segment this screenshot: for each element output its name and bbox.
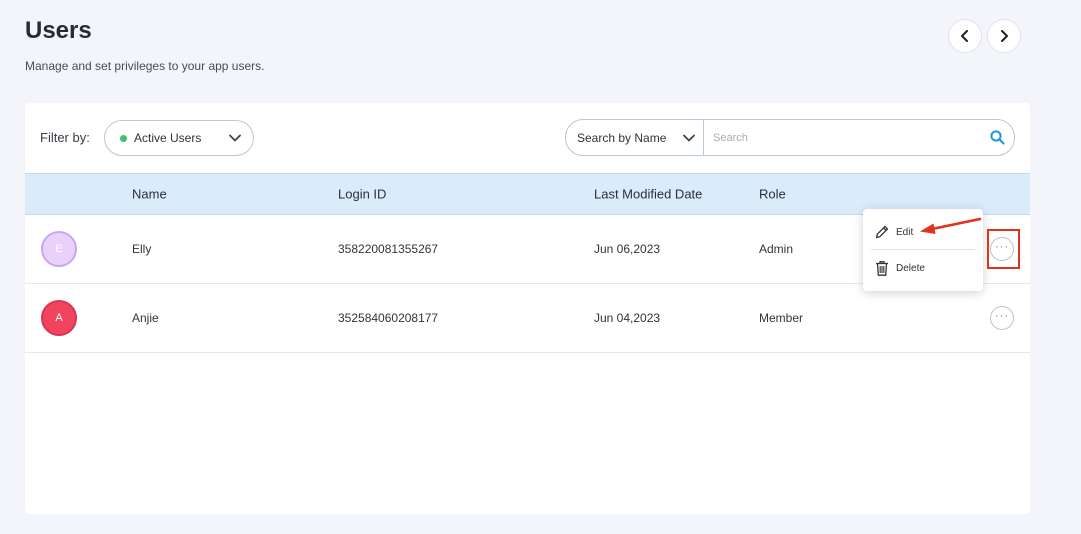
user-name: Anjie (132, 311, 159, 325)
status-filter-value: Active Users (134, 131, 202, 145)
menu-item-delete[interactable]: Delete (863, 250, 983, 286)
user-role: Member (759, 311, 804, 325)
search-type-value: Search by Name (577, 130, 667, 145)
search-button[interactable] (980, 120, 1014, 155)
status-filter-dropdown[interactable]: Active Users (104, 120, 254, 156)
trash-icon (876, 260, 888, 276)
menu-item-edit[interactable]: Edit (863, 214, 983, 250)
user-modified-date: Jun 04,2023 (594, 311, 661, 325)
user-login-id: 358220081355267 (338, 242, 439, 256)
chevron-left-icon (961, 30, 968, 42)
chevron-right-icon (1001, 30, 1008, 42)
user-login-id: 352584060208177 (338, 311, 439, 325)
chevron-down-icon (683, 134, 695, 141)
active-status-dot (120, 134, 127, 142)
search-icon (989, 130, 1005, 145)
user-name: Elly (132, 242, 152, 256)
table-row[interactable]: A Anjie 352584060208177 Jun 04,2023 Memb… (25, 284, 1030, 353)
column-header-last-modified[interactable]: Last Modified Date (594, 187, 702, 202)
search-input[interactable] (704, 120, 980, 155)
previous-page-button[interactable] (948, 19, 982, 53)
page-subtitle: Manage and set privileges to your app us… (25, 59, 265, 73)
row-actions-menu: Edit Delete (863, 209, 983, 291)
avatar: A (41, 300, 77, 336)
user-modified-date: Jun 06,2023 (594, 242, 661, 256)
column-header-login-id[interactable]: Login ID (338, 187, 386, 202)
column-header-role[interactable]: Role (759, 187, 786, 202)
users-card: Filter by: Active Users Search by Name N… (25, 103, 1030, 514)
menu-item-label: Edit (896, 226, 914, 238)
page-title: Users (25, 17, 92, 44)
menu-item-label: Delete (896, 262, 925, 274)
pencil-icon (875, 225, 889, 239)
search-type-dropdown[interactable]: Search by Name (566, 120, 704, 155)
avatar: E (41, 231, 77, 267)
next-page-button[interactable] (987, 19, 1021, 53)
row-more-options-button[interactable]: ··· (990, 306, 1014, 330)
chevron-down-icon (229, 134, 241, 142)
annotation-highlight-box (987, 229, 1020, 269)
filter-label: Filter by: (40, 130, 90, 145)
search-group: Search by Name (565, 119, 1015, 156)
column-header-name[interactable]: Name (132, 187, 167, 202)
user-role: Admin (759, 242, 794, 256)
